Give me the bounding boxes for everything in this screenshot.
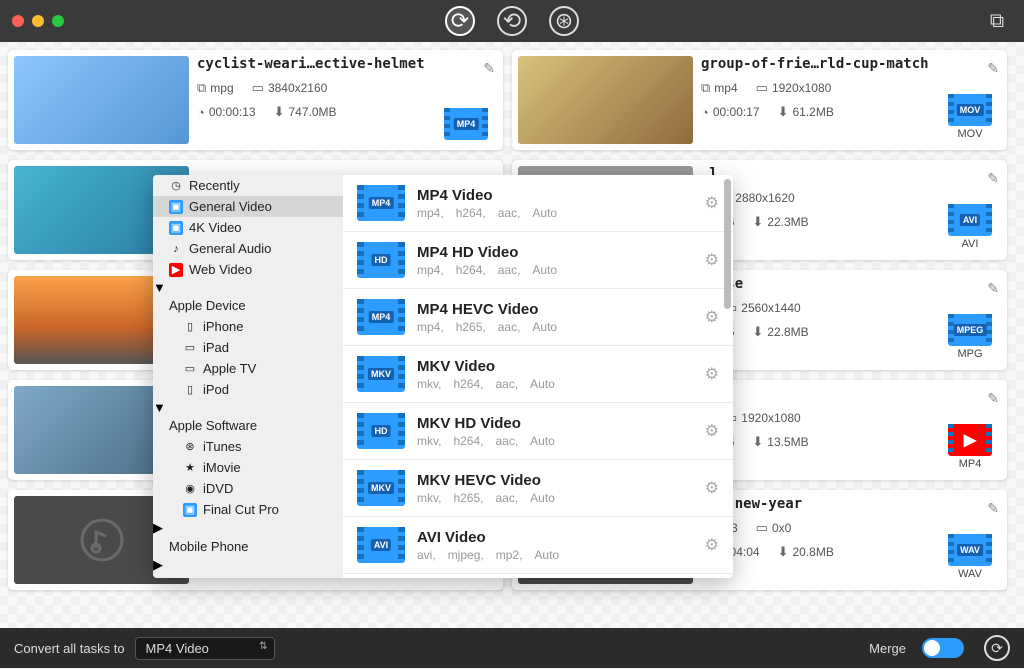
category-icon: ▭ <box>183 341 197 355</box>
category-icon: ♪ <box>169 242 183 256</box>
convert-all-label: Convert all tasks to <box>14 641 125 656</box>
format-picker-dropdown: ◷Recently▣General Video▣4K Video♪General… <box>153 175 733 578</box>
format-icon: HD <box>357 413 405 449</box>
edit-icon[interactable]: ✎ <box>483 60 495 77</box>
workspace: cyclist-weari…ective-helmet ✎ ⧉mpg ▭3840… <box>0 42 1024 628</box>
output-format-badge[interactable]: WAVWAV <box>945 534 995 580</box>
format-icon: ⧉ <box>197 80 206 96</box>
format-option[interactable]: MKVMKV HEVC Videomkv,h265,aac,Auto⚙ <box>343 460 733 517</box>
output-format-badge[interactable]: MPEGMPG <box>945 314 995 360</box>
output-format-badge[interactable]: ▶MP4 <box>945 424 995 470</box>
category-icon: ▶ <box>169 263 183 277</box>
card-title: …py-new-year <box>701 496 1001 512</box>
bottom-bar: Convert all tasks to MP4 Video Merge ⟳ <box>0 628 1024 668</box>
size-icon: ⬇ <box>274 104 285 120</box>
category-item[interactable]: ▭iPad <box>153 337 343 358</box>
category-item[interactable]: ▶Web Video <box>153 259 343 280</box>
output-format-badge[interactable]: MP4 <box>441 108 491 140</box>
category-item[interactable]: Mobile Phone <box>153 536 343 557</box>
card-title: …rise <box>701 276 1001 292</box>
category-icon: ▭ <box>183 362 197 376</box>
gear-icon[interactable]: ⚙ <box>705 250 719 270</box>
format-option[interactable]: MKVMKV Videomkv,h264,aac,Auto⚙ <box>343 346 733 403</box>
format-option[interactable]: MP4MP4 HEVC Videomp4,h265,aac,Auto⚙ <box>343 289 733 346</box>
format-icon: MP4 <box>357 185 405 221</box>
format-option[interactable]: HDMKV HD Videomkv,h264,aac,Auto⚙ <box>343 403 733 460</box>
mode-tabs: ⟳ ⟲ ⊛ <box>445 6 579 36</box>
format-icon: MKV <box>357 356 405 392</box>
duration-icon: ◔ <box>197 105 205 120</box>
gear-icon[interactable]: ⚙ <box>705 193 719 213</box>
format-icon: AVI <box>357 527 405 563</box>
category-item[interactable]: ▯iPod <box>153 379 343 400</box>
category-item[interactable]: ▣Final Cut Pro <box>153 499 343 520</box>
format-icon: MP4 <box>357 299 405 335</box>
category-icon: ▣ <box>183 503 197 517</box>
start-button[interactable]: ⟳ <box>984 635 1010 661</box>
category-item[interactable]: Apple Software <box>153 415 343 436</box>
category-icon: ◷ <box>169 179 183 193</box>
gear-icon[interactable]: ⚙ <box>705 364 719 384</box>
card-title: group-of-frie…rld-cup-match <box>701 56 1001 72</box>
category-icon: ▣ <box>169 200 183 214</box>
category-item[interactable]: ★iMovie <box>153 457 343 478</box>
format-icon: MKV <box>357 470 405 506</box>
output-format-badge[interactable]: AVIAVI <box>945 204 995 250</box>
merge-toggle[interactable] <box>922 638 964 658</box>
output-format-badge[interactable]: MOVMOV <box>945 94 995 140</box>
edit-icon[interactable]: ✎ <box>987 390 999 407</box>
library-icon[interactable]: ⧉ <box>982 6 1012 36</box>
gear-icon[interactable]: ⚙ <box>705 421 719 441</box>
thumbnail <box>518 56 693 144</box>
edit-icon[interactable]: ✎ <box>987 500 999 517</box>
category-item[interactable]: ▭Apple TV <box>153 358 343 379</box>
convert-mode-icon[interactable]: ⟳ <box>445 6 475 36</box>
gear-icon[interactable]: ⚙ <box>705 478 719 498</box>
convert-all-select[interactable]: MP4 Video <box>135 637 275 660</box>
category-item[interactable]: ◉iDVD <box>153 478 343 499</box>
card-title: …f <box>701 386 1001 402</box>
category-item[interactable]: ▣4K Video <box>153 217 343 238</box>
media-card[interactable]: cyclist-weari…ective-helmet ✎ ⧉mpg ▭3840… <box>8 50 503 150</box>
merge-label: Merge <box>869 641 906 656</box>
thumbnail <box>14 56 189 144</box>
card-title: …l <box>701 166 1001 182</box>
gear-icon[interactable]: ⚙ <box>705 307 719 327</box>
titlebar: ⟳ ⟲ ⊛ ⧉ <box>0 0 1024 42</box>
category-icon: ▯ <box>183 320 197 334</box>
category-item[interactable]: ♪General Audio <box>153 238 343 259</box>
format-icon: HD <box>357 242 405 278</box>
category-item[interactable]: ◷Recently <box>153 175 343 196</box>
format-option[interactable]: AVIAVI Videoavi,mjpeg,mp2,Auto⚙ <box>343 517 733 574</box>
category-icon: ▣ <box>169 221 183 235</box>
maximize-window-button[interactable] <box>52 15 64 27</box>
edit-icon[interactable]: ✎ <box>987 170 999 187</box>
format-option[interactable]: HDMP4 HD Videomp4,h264,aac,Auto⚙ <box>343 232 733 289</box>
download-mode-icon[interactable]: ⟲ <box>497 6 527 36</box>
scrollbar-thumb[interactable] <box>724 179 731 309</box>
gear-icon[interactable]: ⚙ <box>705 535 719 555</box>
minimize-window-button[interactable] <box>32 15 44 27</box>
window-controls <box>12 15 64 27</box>
toolbox-mode-icon[interactable]: ⊛ <box>549 6 579 36</box>
resolution-icon: ▭ <box>252 80 264 96</box>
category-icon: ◉ <box>183 482 197 496</box>
category-item[interactable]: ▯iPhone <box>153 316 343 337</box>
category-item[interactable]: Apple Device <box>153 295 343 316</box>
format-category-sidebar: ◷Recently▣General Video▣4K Video♪General… <box>153 175 343 578</box>
category-icon: ▯ <box>183 383 197 397</box>
category-icon: ★ <box>183 461 197 475</box>
edit-icon[interactable]: ✎ <box>987 280 999 297</box>
close-window-button[interactable] <box>12 15 24 27</box>
edit-icon[interactable]: ✎ <box>987 60 999 77</box>
category-item[interactable]: ▣General Video <box>153 196 343 217</box>
format-list: MP4MP4 Videomp4,h264,aac,Auto⚙HDMP4 HD V… <box>343 175 733 578</box>
category-icon: ⊛ <box>183 440 197 454</box>
format-option[interactable]: MP4MP4 Videomp4,h264,aac,Auto⚙ <box>343 175 733 232</box>
card-title: cyclist-weari…ective-helmet <box>197 56 497 72</box>
category-item[interactable]: Game Console <box>153 573 343 578</box>
category-item[interactable]: ⊛iTunes <box>153 436 343 457</box>
media-card[interactable]: group-of-frie…rld-cup-match ✎ ⧉mp4 ▭1920… <box>512 50 1007 150</box>
